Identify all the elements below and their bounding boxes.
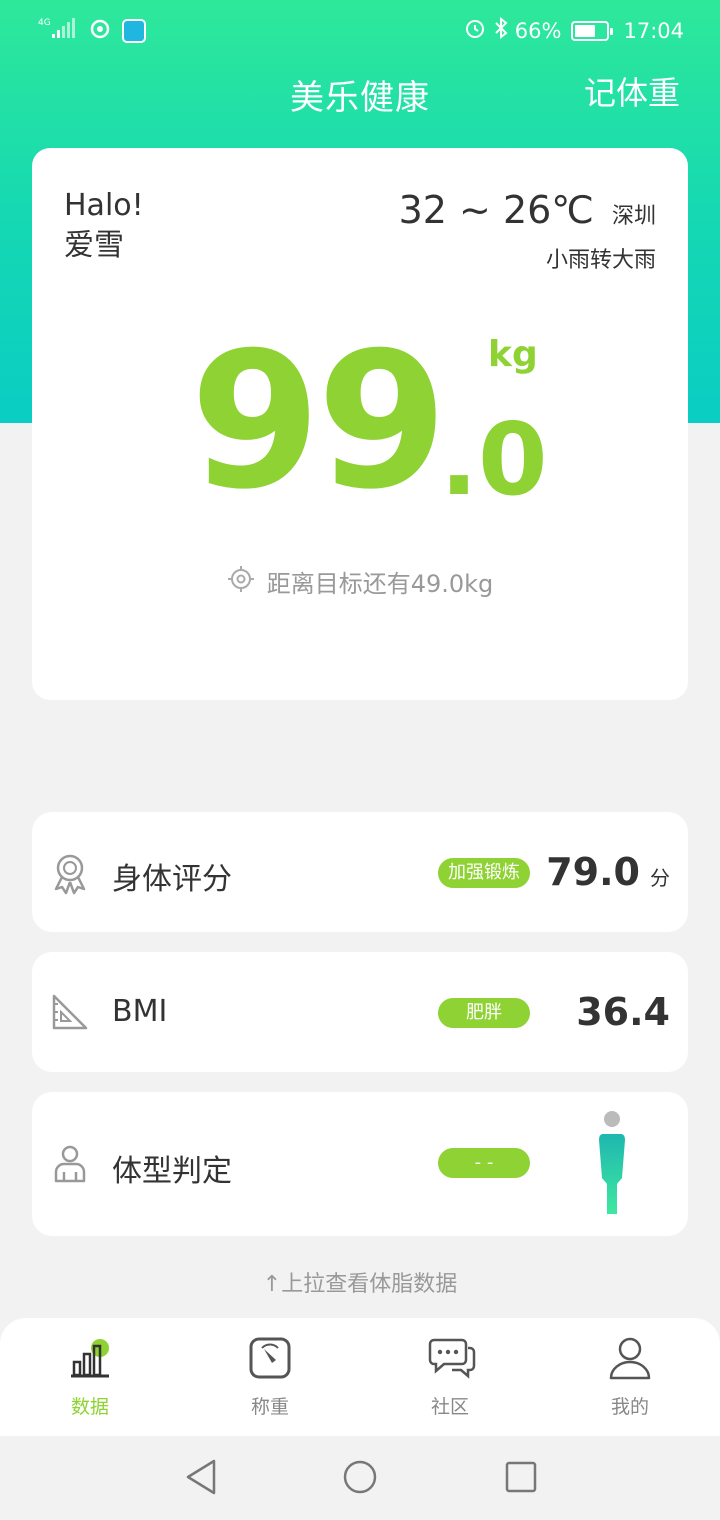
body-figure-icon <box>594 1110 630 1222</box>
temperature-range: 32 ~ 26℃ <box>398 188 594 232</box>
back-icon[interactable] <box>184 1458 218 1500</box>
nav-data[interactable]: 数据 <box>0 1318 180 1436</box>
body-score-badge: 加强锻炼 <box>438 858 530 888</box>
weight-card: Halo! 爱雪 32 ~ 26℃ 深圳 小雨转大雨 99 .0 kg 距离目标… <box>32 148 688 700</box>
status-bar: 4G 66% 17:04 <box>0 0 720 62</box>
goal-distance: 距离目标还有49.0kg <box>32 564 688 599</box>
nav-me[interactable]: 我的 <box>540 1318 720 1436</box>
body-type-label: 体型判定 <box>112 1154 232 1189</box>
status-right: 66% 17:04 <box>463 16 684 45</box>
recents-icon[interactable] <box>504 1458 538 1500</box>
battery-percent: 66% <box>514 18 562 43</box>
record-weight-button[interactable]: 记体重 <box>584 68 680 114</box>
home-icon[interactable] <box>342 1458 378 1500</box>
body-score-label: 身体评分 <box>112 862 232 897</box>
bluetooth-icon <box>493 16 509 45</box>
weight-unit: kg <box>488 334 538 375</box>
city: 深圳 <box>611 204 656 229</box>
bottom-nav: 数据 称重 社区 我的 <box>0 1318 720 1436</box>
bmi-value: 36.4 <box>576 990 670 1034</box>
body-score-card[interactable]: 身体评分 加强锻炼 79.0 分 <box>32 812 688 932</box>
svg-text:4G: 4G <box>38 18 51 28</box>
alarm-icon <box>463 16 487 45</box>
app-header: 美乐健康 记体重 <box>0 62 720 122</box>
nav-weigh-label: 称重 <box>250 1396 289 1418</box>
pull-up-hint[interactable]: ↑上拉查看体脂数据 <box>0 1266 720 1298</box>
award-ribbon-icon <box>50 852 90 895</box>
system-nav-bar <box>0 1436 720 1520</box>
battery-icon <box>571 20 614 41</box>
signal-icon: 4G <box>38 16 78 45</box>
body-score-unit: 分 <box>650 866 670 890</box>
weight-integer: 99 <box>190 312 448 531</box>
bmi-badge: 肥胖 <box>438 998 530 1028</box>
person-icon <box>609 1337 651 1380</box>
goal-text: 距离目标还有49.0kg <box>266 570 494 598</box>
body-type-badge: - - <box>438 1148 530 1178</box>
body-type-card[interactable]: 体型判定 - - <box>32 1092 688 1236</box>
nav-community-label: 社区 <box>430 1396 469 1418</box>
body-score-value: 79.0 <box>546 850 640 894</box>
nav-weigh[interactable]: 称重 <box>180 1318 360 1436</box>
bar-chart-icon <box>71 1339 109 1378</box>
greeting-hello: Halo! <box>64 188 144 223</box>
user-name: 爱雪 <box>64 228 124 263</box>
ruler-triangle-icon <box>50 992 90 1032</box>
bmi-label: BMI <box>112 994 168 1029</box>
app-notification-icon <box>122 18 146 43</box>
bmi-card[interactable]: BMI 肥胖 36.4 <box>32 952 688 1072</box>
greeting: Halo! 爱雪 <box>64 186 144 266</box>
person-outline-icon <box>50 1144 90 1184</box>
clock: 17:04 <box>623 18 684 43</box>
weather-condition: 小雨转大雨 <box>545 248 656 273</box>
body-score-value-group: 79.0 分 <box>546 850 670 894</box>
nav-community[interactable]: 社区 <box>360 1318 540 1436</box>
weight-decimal: .0 <box>440 401 548 518</box>
nav-me-label: 我的 <box>610 1396 649 1418</box>
target-icon <box>227 565 255 599</box>
scale-icon <box>249 1337 291 1379</box>
hotspot-icon <box>88 16 112 45</box>
nav-data-label: 数据 <box>70 1396 109 1418</box>
weather-info: 32 ~ 26℃ 深圳 小雨转大雨 <box>399 188 656 274</box>
status-left: 4G <box>38 16 146 45</box>
chat-bubbles-icon <box>428 1338 476 1379</box>
